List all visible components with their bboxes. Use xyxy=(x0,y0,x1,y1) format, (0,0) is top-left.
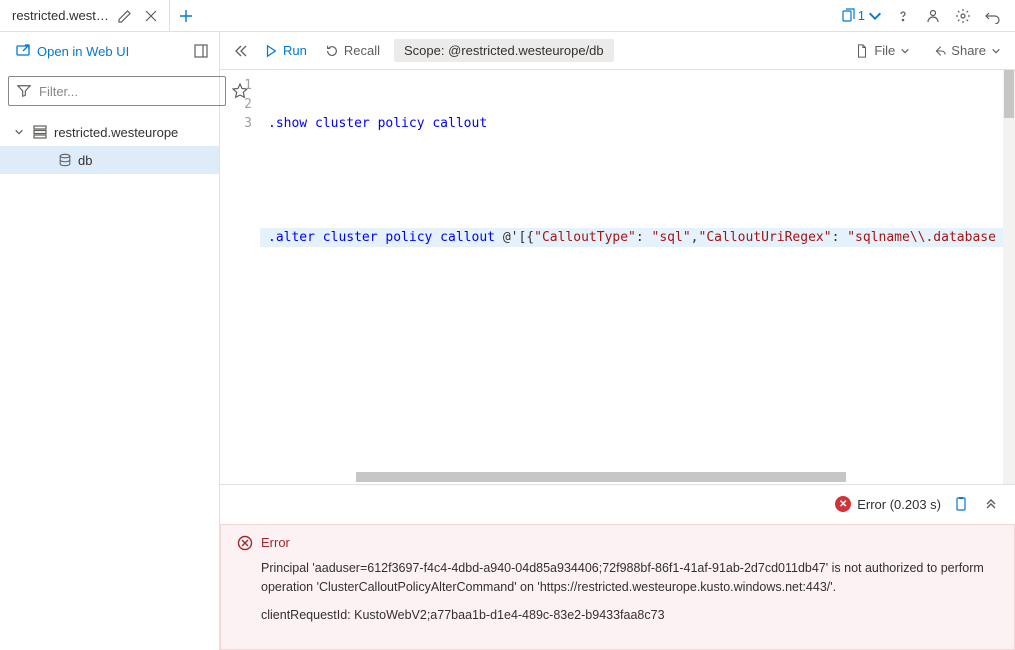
filter-input[interactable] xyxy=(37,83,217,100)
error-badge-icon: ✕ xyxy=(835,496,851,512)
error-title: Error xyxy=(261,535,290,550)
sidebar: Open in Web UI xyxy=(0,32,220,650)
close-icon[interactable] xyxy=(141,6,161,26)
client-request-id: clientRequestId: KustoWebV2;a77baa1b-d1e… xyxy=(261,606,998,625)
open-in-web-ui-label: Open in Web UI xyxy=(37,44,129,59)
chevron-down-icon xyxy=(14,127,26,137)
db-label: db xyxy=(78,153,92,168)
open-in-web-ui-button[interactable]: Open in Web UI xyxy=(8,38,183,64)
tab-bar: restricted.westeur... 1 xyxy=(0,0,1015,32)
status-indicator: ✕ Error (0.203 s) xyxy=(835,496,941,512)
settings-icon[interactable] xyxy=(953,6,973,26)
results-bar: ✕ Error (0.203 s) xyxy=(220,484,1015,524)
help-icon[interactable] xyxy=(893,6,913,26)
collapse-left-icon[interactable] xyxy=(230,41,250,61)
code-area[interactable]: .show cluster policy callout .alter clus… xyxy=(260,70,1003,484)
tree-db-node[interactable]: db xyxy=(0,146,219,174)
filter-icon xyxy=(17,84,31,98)
error-circle-icon xyxy=(237,535,253,551)
undo-icon[interactable] xyxy=(983,6,1003,26)
vertical-scrollbar[interactable] xyxy=(1003,70,1015,484)
filter-box[interactable] xyxy=(8,76,226,106)
connection-tree: restricted.westeurope db xyxy=(0,116,219,176)
cluster-icon xyxy=(32,124,48,140)
code-editor[interactable]: 1 2 3 .show cluster policy callout .alte… xyxy=(220,70,1015,484)
line-gutter: 1 2 3 xyxy=(220,70,260,484)
toolbar: Run Recall Scope: @restricted.westeurope… xyxy=(220,32,1015,70)
tab-title: restricted.westeur... xyxy=(12,8,109,23)
database-icon xyxy=(58,153,72,167)
panel-toggle-icon[interactable] xyxy=(191,41,211,61)
run-button[interactable]: Run xyxy=(260,41,311,60)
clipboard-icon[interactable] xyxy=(951,494,971,514)
scope-pill[interactable]: Scope: @restricted.westeurope/db xyxy=(394,39,614,62)
horizontal-scrollbar[interactable] xyxy=(300,472,993,484)
copy-count-button[interactable]: 1 xyxy=(840,6,883,26)
expand-panel-icon[interactable] xyxy=(981,494,1001,514)
file-menu[interactable]: File xyxy=(851,41,914,60)
feedback-icon[interactable] xyxy=(923,6,943,26)
recall-button[interactable]: Recall xyxy=(321,41,384,60)
error-message: Principal 'aaduser=612f3697-f4c4-4dbd-a9… xyxy=(261,559,998,597)
edit-icon[interactable] xyxy=(115,6,135,26)
cluster-label: restricted.westeurope xyxy=(54,125,178,140)
add-tab-button[interactable] xyxy=(176,6,196,26)
share-menu[interactable]: Share xyxy=(928,41,1005,60)
tree-cluster-node[interactable]: restricted.westeurope xyxy=(0,118,219,146)
tabbar-right: 1 xyxy=(840,6,1015,26)
error-panel: Error Principal 'aaduser=612f3697-f4c4-4… xyxy=(220,524,1015,650)
tab[interactable]: restricted.westeur... xyxy=(0,0,170,31)
